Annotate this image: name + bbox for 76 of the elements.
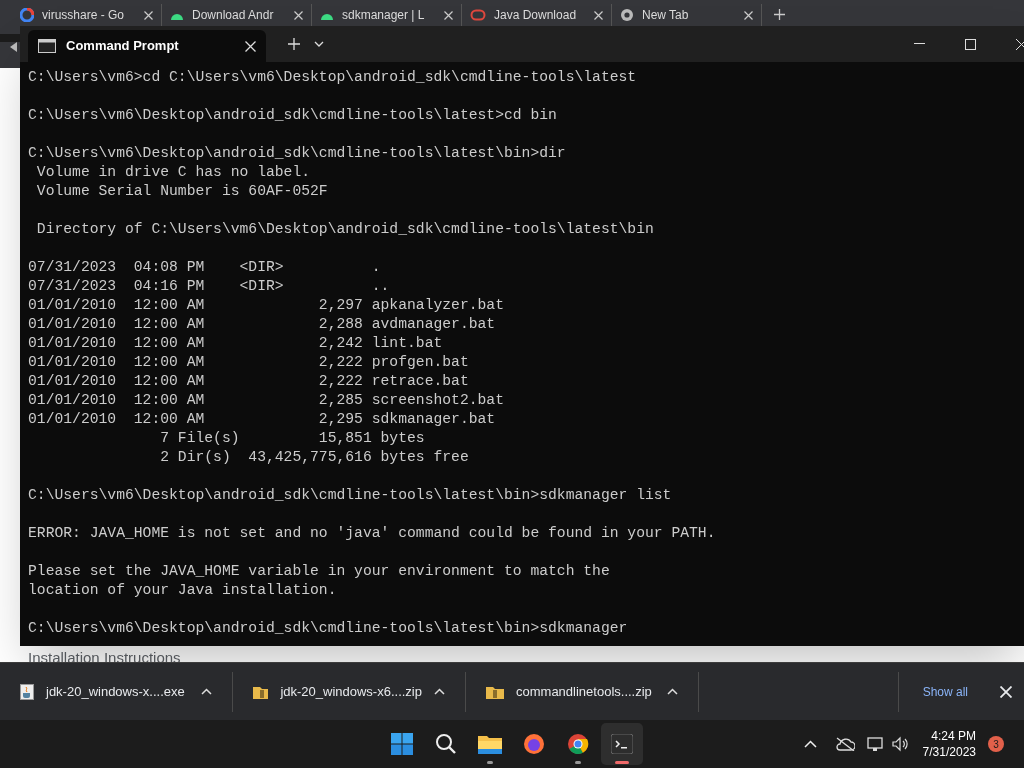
- terminal-line: Please set the JAVA_HOME variable in your environment to match the: [28, 562, 610, 581]
- globe-icon: [20, 8, 34, 22]
- close-icon[interactable]: [594, 10, 603, 20]
- terminal-line: ERROR: JAVA_HOME is not set and no 'java' command could be found in your PATH.: [28, 524, 716, 543]
- console-icon: [38, 39, 56, 53]
- tab-title: Command Prompt: [66, 37, 180, 56]
- close-icon[interactable]: [144, 10, 153, 20]
- firefox-icon: [523, 733, 545, 755]
- terminal-line: C:\Users\vm6\Desktop\android_sdk\cmdline-tools\latest\bin>sdkmanager list: [28, 486, 672, 505]
- chrome-icon: [567, 733, 589, 755]
- terminal-icon: [611, 734, 633, 754]
- search-icon: [435, 733, 457, 755]
- caret-up-icon[interactable]: [201, 688, 212, 695]
- terminal-line: C:\Users\vm6\Desktop\android_sdk\cmdline-tools\latest>cd bin: [28, 106, 557, 125]
- close-icon[interactable]: [744, 10, 753, 20]
- terminal-tab[interactable]: Command Prompt: [28, 30, 266, 62]
- new-tab-icon[interactable]: [288, 38, 300, 50]
- minimize-icon[interactable]: [914, 43, 925, 45]
- terminal-line: Volume in drive C has no label.: [35, 163, 311, 182]
- file-name: jdk-20_windows-x....exe: [46, 682, 186, 701]
- close-icon[interactable]: [245, 40, 256, 52]
- caret-up-icon[interactable]: [803, 740, 817, 748]
- maximize-icon[interactable]: [965, 38, 976, 50]
- clock-date[interactable]: 7/31/2023: [922, 744, 976, 760]
- windows-logo-icon: [391, 733, 413, 755]
- tab-title: Download Andr: [192, 8, 275, 22]
- running-indicator: [487, 761, 493, 764]
- terminal-line: 01/01/2010 12:00 AM 2,297 apkanalyzer.bat: [28, 296, 504, 315]
- back-arrow-icon[interactable]: [10, 42, 18, 52]
- close-icon[interactable]: [444, 10, 453, 20]
- caret-up-icon[interactable]: [434, 688, 445, 695]
- tab-title: Java Download: [494, 8, 578, 22]
- java-cup-icon: [20, 683, 34, 700]
- download-item[interactable]: jdk-20_windows-x6....zip: [233, 671, 466, 712]
- volume-icon[interactable]: [890, 736, 909, 752]
- terminal-line: C:\Users\vm6>cd C:\Users\vm6\Desktop\android_sdk\cmdline-tools\latest: [28, 68, 637, 87]
- zip-folder-icon: [486, 684, 504, 699]
- terminal-line: 2 Dir(s) 43,425,775,616 bytes free: [159, 448, 469, 467]
- download-item[interactable]: commandlinetools....zip: [466, 671, 699, 712]
- terminal-line: 07/31/2023 04:08 PM <DIR> .: [28, 258, 381, 277]
- terminal-line: 01/01/2010 12:00 AM 2,242 lint.bat: [28, 334, 443, 353]
- cloud-off-icon[interactable]: [834, 737, 855, 751]
- terminal-line: 01/01/2010 12:00 AM 2,288 avdmanager.bat: [28, 315, 496, 334]
- zip-folder-icon: [253, 684, 269, 699]
- ring-icon: [470, 9, 486, 21]
- dropdown-icon[interactable]: [314, 41, 324, 47]
- clock-time[interactable]: 4:24 PM: [931, 728, 976, 744]
- terminal-line: Volume Serial Number is 60AF-052F: [35, 182, 328, 201]
- caret-up-icon[interactable]: [667, 688, 678, 695]
- tab-title: virusshare - Go: [42, 8, 126, 22]
- show-all-link[interactable]: Show all: [920, 682, 970, 701]
- terminal-line: 07/31/2023 04:16 PM <DIR> ..: [28, 277, 390, 296]
- new-tab-icon[interactable]: [774, 9, 785, 20]
- terminal-line: 01/01/2010 12:00 AM 2,222 retrace.bat: [28, 372, 469, 391]
- terminal-line: 01/01/2010 12:00 AM 2,295 sdkmanager.bat: [28, 410, 496, 429]
- terminal-line: C:\Users\vm6\Desktop\android_sdk\cmdline-tools\latest\bin>sdkmanager: [28, 619, 628, 638]
- notification-badge[interactable]: 3: [988, 736, 1004, 752]
- terminal-line: 01/01/2010 12:00 AM 2,222 profgen.bat: [28, 353, 469, 372]
- terminal-line: Directory of C:\Users\vm6\Desktop\android_sdk\cmdline-tools\latest\bin: [35, 220, 654, 239]
- running-indicator: [575, 761, 581, 764]
- running-indicator: [615, 761, 629, 764]
- chrome-icon: [620, 8, 634, 22]
- file-name: jdk-20_windows-x6....zip: [280, 682, 422, 701]
- close-icon[interactable]: [294, 10, 303, 20]
- tab-title: sdkmanager | L: [342, 8, 426, 22]
- close-icon[interactable]: [1000, 685, 1012, 698]
- terminal-line: 01/01/2010 12:00 AM 2,285 screenshot2.bat: [28, 391, 504, 410]
- network-icon[interactable]: [866, 736, 885, 752]
- terminal-line: 7 File(s) 15,851 bytes: [159, 429, 425, 448]
- terminal-line: C:\Users\vm6\Desktop\android_sdk\cmdline-tools\latest\bin>dir: [28, 144, 566, 163]
- terminal-line: location of your Java installation.: [28, 581, 337, 600]
- tab-title: New Tab: [642, 8, 690, 22]
- folder-icon: [478, 734, 502, 754]
- close-icon[interactable]: [1016, 38, 1024, 50]
- file-name: commandlinetools....zip: [516, 682, 653, 701]
- download-item[interactable]: jdk-20_windows-x....exe: [0, 671, 233, 712]
